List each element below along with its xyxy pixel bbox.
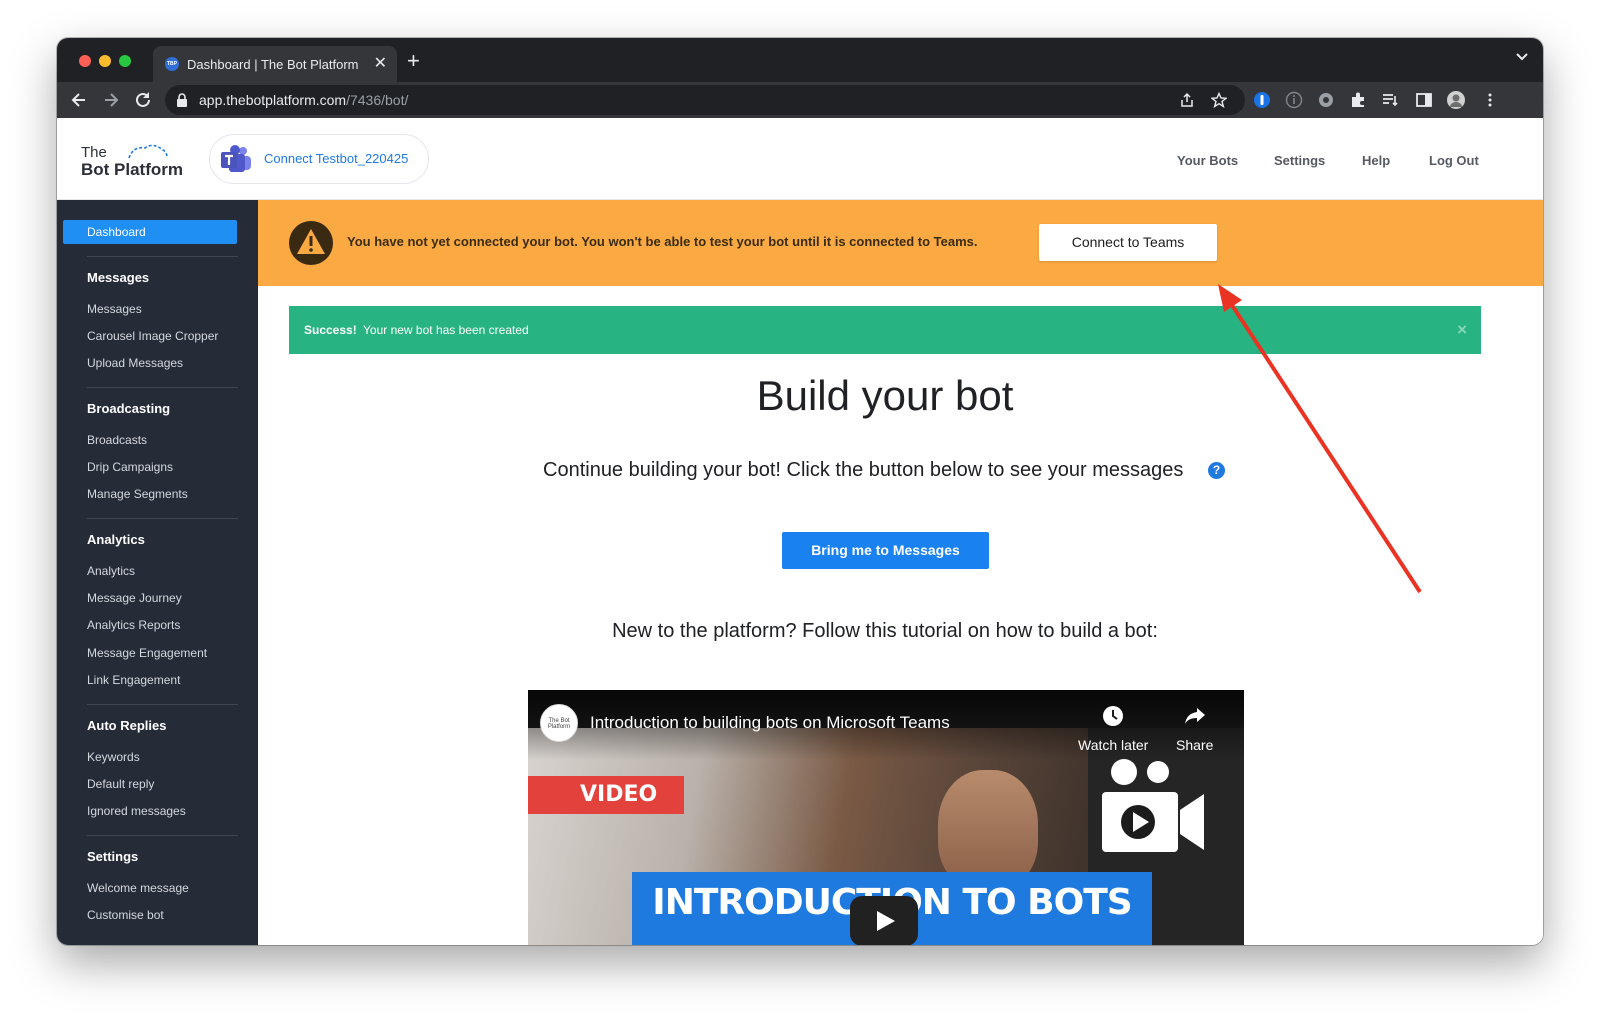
play-icon [877, 911, 895, 931]
new-tab-button[interactable]: + [407, 50, 420, 72]
gear-extension-icon[interactable] [1317, 91, 1335, 109]
address-bar[interactable]: app.thebotplatform.com/7436/bot/ [165, 85, 1245, 115]
watch-later-button[interactable]: Watch later [1078, 704, 1148, 753]
sidebar-item-analytics[interactable]: Analytics [87, 564, 135, 578]
main-content: You have not yet connected your bot. You… [258, 200, 1543, 945]
sidebar: Dashboard Messages Messages Carousel Ima… [57, 200, 258, 945]
browser-toolbar: app.thebotplatform.com/7436/bot/ [57, 82, 1543, 118]
close-window-button[interactable] [79, 55, 91, 67]
sidebar-heading-settings: Settings [87, 849, 139, 864]
nav-your-bots[interactable]: Your Bots [1177, 153, 1238, 168]
maximize-window-button[interactable] [119, 55, 131, 67]
build-subtitle: Continue building your bot! Click the bu… [543, 459, 1184, 481]
sidebar-divider [87, 387, 238, 388]
forward-icon[interactable] [101, 90, 121, 110]
sidebar-item-upload-messages[interactable]: Upload Messages [87, 356, 183, 370]
sidebar-heading-auto-replies: Auto Replies [87, 718, 167, 733]
star-icon[interactable] [1211, 92, 1227, 108]
sidebar-item-carousel-image-cropper[interactable]: Carousel Image Cropper [87, 329, 218, 343]
video-tag: VIDEO [528, 776, 684, 814]
camera-icon [1102, 759, 1204, 852]
sidebar-heading-broadcasting: Broadcasting [87, 401, 171, 416]
bring-me-to-messages-button[interactable]: Bring me to Messages [782, 532, 989, 569]
extension-icon[interactable] [1349, 91, 1367, 109]
sidebar-item-default-reply[interactable]: Default reply [87, 777, 154, 791]
profile-avatar-icon[interactable] [1447, 91, 1465, 109]
tab-bar: TBP Dashboard | The Bot Platform ✕ + [57, 38, 1543, 82]
sidebar-item-dashboard[interactable]: Dashboard [63, 220, 237, 244]
sidebar-item-drip-campaigns[interactable]: Drip Campaigns [87, 460, 173, 474]
video-title[interactable]: Introduction to building bots on Microso… [590, 713, 950, 733]
logo-cloud-icon [128, 144, 168, 159]
tab-search-chevron-icon[interactable] [1515, 52, 1529, 62]
tutorial-text: New to the platform? Follow this tutoria… [612, 620, 1158, 642]
watch-later-label: Watch later [1078, 737, 1149, 753]
nav-log-out[interactable]: Log Out [1429, 153, 1479, 168]
close-icon[interactable]: × [1457, 320, 1467, 340]
browser-menu-icon[interactable] [1481, 91, 1499, 109]
sidebar-divider [87, 518, 238, 519]
nav-help[interactable]: Help [1362, 153, 1390, 168]
sidebar-item-welcome-message[interactable]: Welcome message [87, 881, 189, 895]
sidebar-heading-analytics: Analytics [87, 532, 145, 547]
sidebar-item-analytics-reports[interactable]: Analytics Reports [87, 618, 180, 632]
tutorial-video-embed[interactable]: VIDEO The Bot Platform Introduction to b… [528, 690, 1244, 945]
info-extension-icon[interactable] [1285, 91, 1303, 109]
video-play-button[interactable] [850, 896, 918, 945]
logo-line-1: The [81, 144, 107, 161]
sidebar-item-keywords[interactable]: Keywords [87, 750, 140, 764]
sidebar-item-broadcasts[interactable]: Broadcasts [87, 433, 147, 447]
connect-bot-pill[interactable]: Connect Testbot_220425 [209, 134, 429, 184]
bot-platform-logo[interactable]: The Bot Platform [81, 142, 191, 182]
back-icon[interactable] [69, 90, 89, 110]
share-icon[interactable] [1179, 92, 1195, 108]
share-arrow-icon [1184, 708, 1205, 724]
share-label: Share [1176, 737, 1214, 753]
active-tab[interactable]: TBP Dashboard | The Bot Platform ✕ [153, 46, 397, 82]
sidebar-item-message-journey[interactable]: Message Journey [87, 591, 182, 605]
sidebar-divider [87, 704, 238, 705]
lock-icon[interactable] [177, 93, 187, 107]
sidebar-item-manage-segments[interactable]: Manage Segments [87, 487, 188, 501]
minimize-window-button[interactable] [99, 55, 111, 67]
password-manager-icon[interactable] [1253, 91, 1271, 109]
teams-icon [221, 145, 251, 172]
sidebar-item-ignored-messages[interactable]: Ignored messages [87, 804, 186, 818]
tab-close-icon[interactable]: ✕ [374, 54, 387, 74]
success-alert: Success! Your new bot has been created × [289, 306, 1481, 354]
channel-avatar-text: The Bot Platform [547, 718, 571, 730]
sidebar-item-messages[interactable]: Messages [87, 302, 142, 316]
browser-window: TBP Dashboard | The Bot Platform ✕ + app… [57, 38, 1543, 945]
sidebar-item-message-engagement[interactable]: Message Engagement [87, 646, 207, 660]
page-title: Build your bot [756, 372, 1014, 419]
share-button[interactable]: Share [1176, 704, 1213, 753]
connect-pill-label: Connect Testbot_220425 [264, 151, 409, 166]
side-panel-icon[interactable] [1415, 91, 1433, 109]
channel-avatar[interactable]: The Bot Platform [540, 704, 578, 742]
reading-list-icon[interactable] [1381, 91, 1399, 109]
success-message: Your new bot has been created [363, 323, 529, 337]
help-icon[interactable]: ? [1208, 462, 1225, 479]
connect-to-teams-button[interactable]: Connect to Teams [1039, 224, 1217, 261]
warning-icon [289, 221, 333, 265]
nav-settings[interactable]: Settings [1274, 153, 1325, 168]
sidebar-item-customise-bot[interactable]: Customise bot [87, 908, 164, 922]
url-text: app.thebotplatform.com/7436/bot/ [199, 92, 409, 108]
clock-icon [1103, 706, 1124, 726]
reload-icon[interactable] [133, 90, 153, 110]
favicon-icon: TBP [165, 57, 179, 71]
logo-line-2: Bot Platform [81, 160, 183, 179]
app-header: The Bot Platform Connect Testbot_220425 … [57, 118, 1543, 200]
sidebar-heading-messages: Messages [87, 270, 150, 285]
warning-banner: You have not yet connected your bot. You… [258, 200, 1543, 286]
tab-title: Dashboard | The Bot Platform [187, 57, 359, 72]
success-label: Success! [304, 323, 357, 337]
sidebar-divider [87, 256, 238, 257]
warning-text: You have not yet connected your bot. You… [347, 234, 978, 249]
sidebar-item-link-engagement[interactable]: Link Engagement [87, 673, 180, 687]
sidebar-divider [87, 835, 238, 836]
